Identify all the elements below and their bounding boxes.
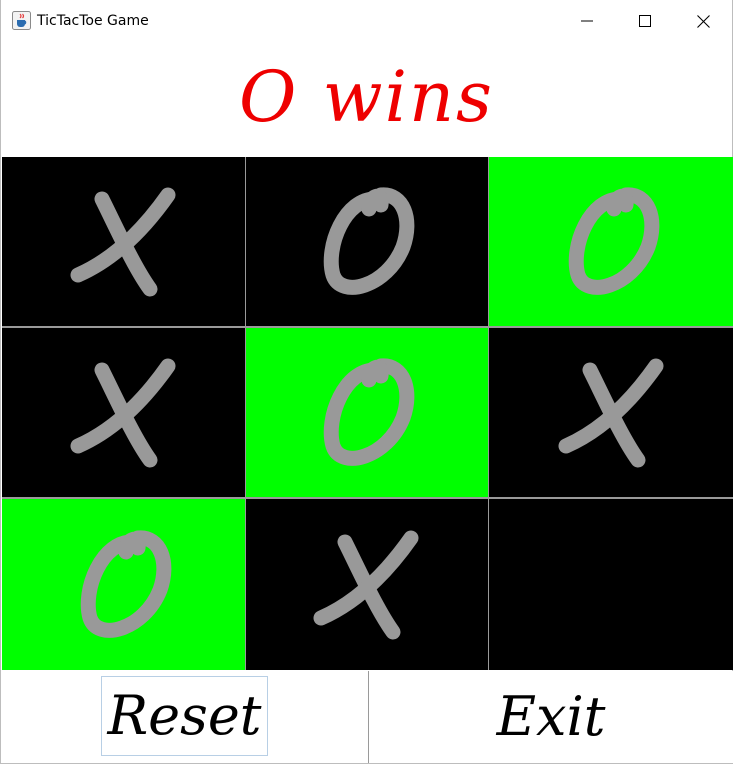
reset-focus-ring: Reset xyxy=(101,676,268,756)
board-cell-3-2[interactable] xyxy=(246,499,488,670)
x-mark-icon xyxy=(70,358,175,467)
status-panel: O wins xyxy=(1,42,732,157)
reset-button[interactable]: Reset xyxy=(2,671,369,763)
board-cell-2-2[interactable] xyxy=(246,328,488,497)
o-mark-icon xyxy=(80,530,171,638)
close-icon xyxy=(696,14,710,28)
reset-button-label: Reset xyxy=(107,684,262,747)
game-status-label: O wins xyxy=(239,55,494,138)
board-cell-3-3[interactable] xyxy=(489,499,733,670)
minimize-icon xyxy=(581,20,593,22)
exit-button[interactable]: Exit xyxy=(369,671,733,763)
board-cell-1-1[interactable] xyxy=(2,157,245,326)
x-mark-icon xyxy=(70,187,175,296)
board-cell-2-3[interactable] xyxy=(489,328,733,497)
maximize-button[interactable] xyxy=(616,0,674,42)
java-cup-icon xyxy=(12,11,31,30)
close-button[interactable] xyxy=(674,0,732,42)
button-panel: Reset Exit xyxy=(2,671,733,763)
board-cell-1-2[interactable] xyxy=(246,157,488,326)
o-mark-icon xyxy=(323,187,415,295)
board-cell-3-1[interactable] xyxy=(2,499,245,670)
x-mark-icon xyxy=(313,530,419,639)
window-title: TicTacToe Game xyxy=(37,13,149,29)
o-mark-icon xyxy=(323,358,415,466)
exit-button-label: Exit xyxy=(496,685,606,748)
x-mark-icon xyxy=(558,358,663,467)
o-mark-icon xyxy=(568,187,659,295)
board-cell-1-3[interactable] xyxy=(489,157,733,326)
board-cell-2-1[interactable] xyxy=(2,328,245,497)
maximize-icon xyxy=(639,15,651,27)
game-board xyxy=(2,157,733,670)
title-bar[interactable]: TicTacToe Game xyxy=(1,0,732,42)
minimize-button[interactable] xyxy=(558,0,616,42)
app-window: TicTacToe Game O wins Reset Exit xyxy=(0,0,733,764)
